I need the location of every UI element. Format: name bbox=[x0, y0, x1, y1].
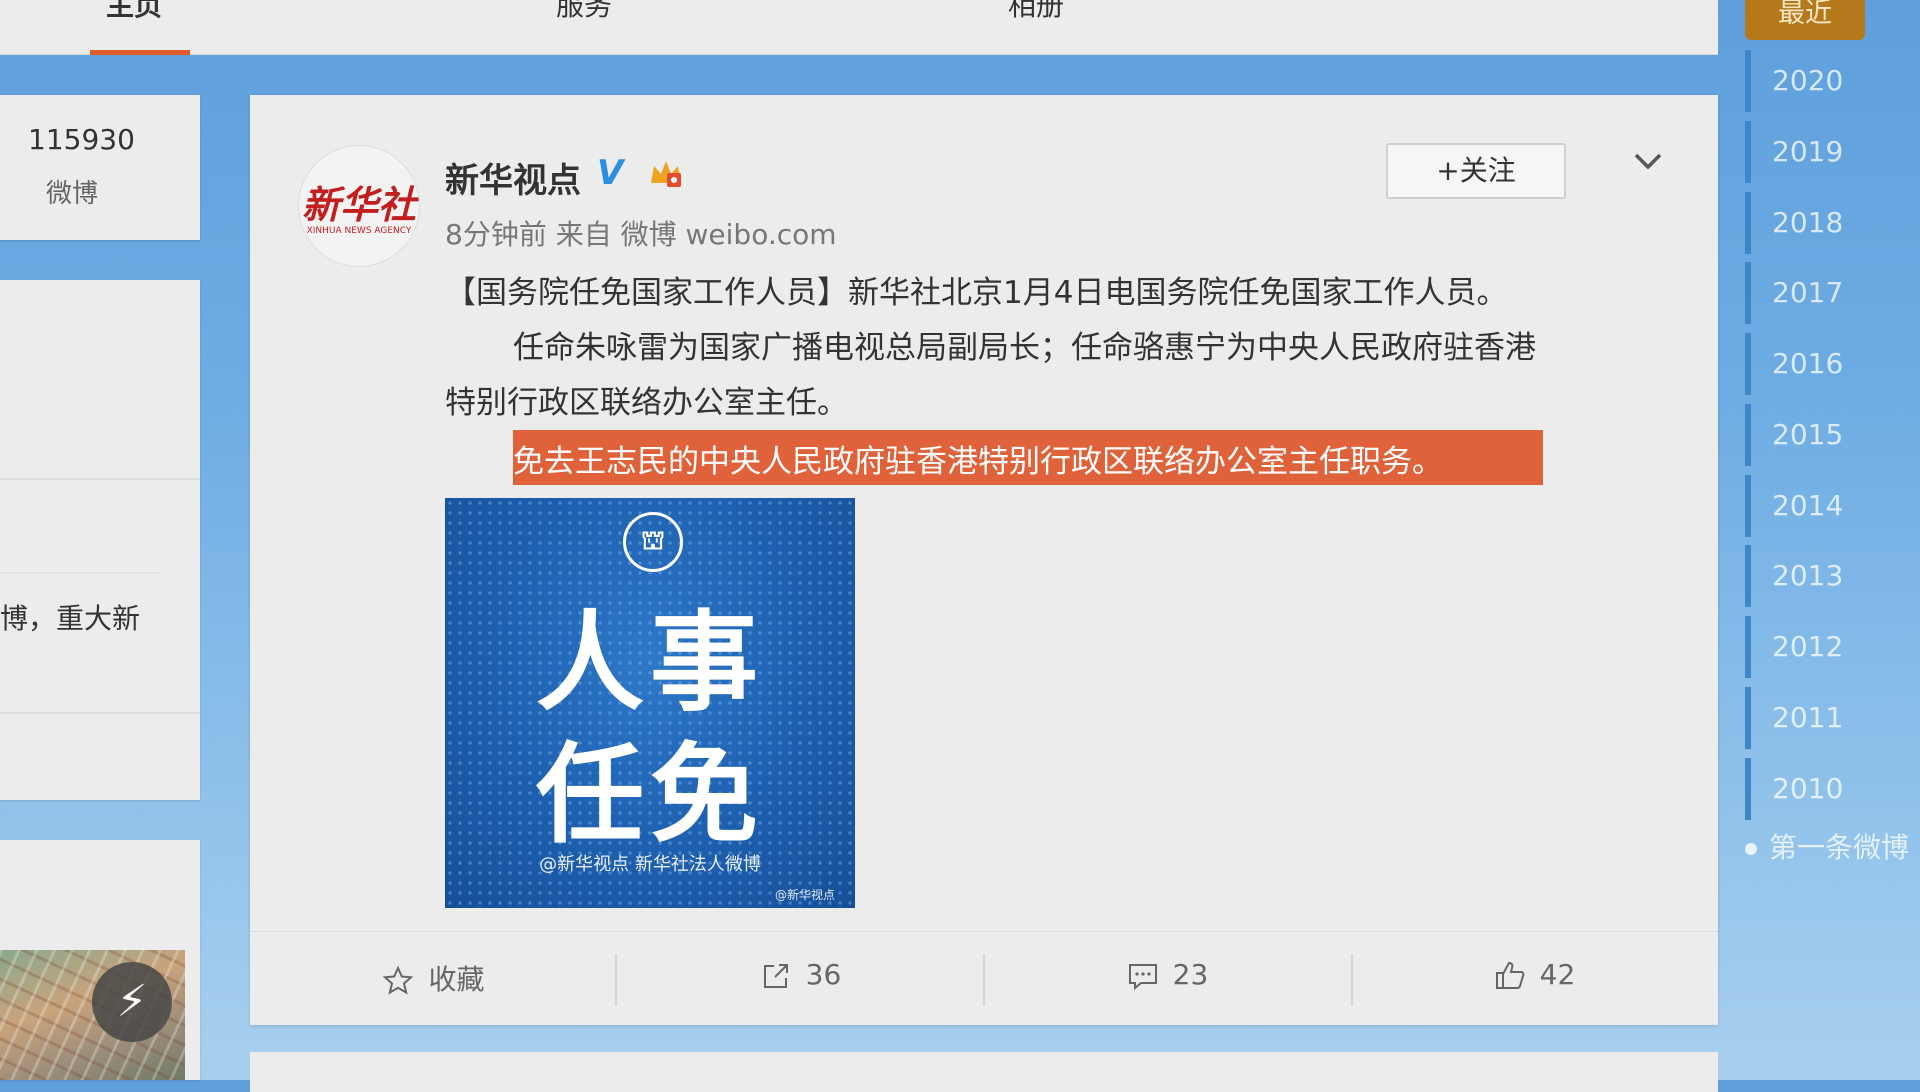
tab-home[interactable]: 主页 bbox=[106, 0, 162, 54]
timeline-year-label: 2019 bbox=[1772, 135, 1844, 168]
timeline-year[interactable]: 2019 bbox=[1745, 121, 1911, 183]
timeline-year[interactable]: 2020 bbox=[1745, 50, 1911, 112]
divider bbox=[0, 712, 200, 714]
comment-icon bbox=[1128, 964, 1157, 991]
timeline-year[interactable]: 2014 bbox=[1745, 475, 1911, 537]
share-icon bbox=[763, 964, 788, 988]
comment-button[interactable]: 23 bbox=[984, 932, 1351, 1026]
profile-stats-card: 115930 微博 bbox=[0, 95, 200, 240]
avatar-logo-subtext: XINHUA NEWS AGENCY bbox=[306, 226, 412, 236]
highlighted-selection: 免去王志民的中央人民政府驻香港特别行政区联络办公室主任职务。 bbox=[513, 430, 1543, 485]
post-actions: 收藏 36 23 42 bbox=[250, 931, 1718, 1026]
weibo-post: 新华社 XINHUA NEWS AGENCY 新华视点 V 8分钟前 来自 微博… bbox=[250, 95, 1718, 1025]
intro-snippet: 博，重大新 bbox=[0, 602, 141, 635]
post-paragraph-1: 【国务院任免国家工作人员】新华社北京1月4日电国务院任免国家工作人员。 bbox=[445, 275, 1508, 311]
profile-info-card bbox=[0, 280, 200, 800]
author-name[interactable]: 新华视点 bbox=[445, 153, 581, 202]
emblem-icon: ⛫ bbox=[623, 512, 683, 572]
repost-count: 36 bbox=[805, 958, 842, 991]
timeline-year[interactable]: 2011 bbox=[1745, 687, 1911, 749]
timeline-year[interactable]: 2012 bbox=[1745, 616, 1911, 678]
crown-badge-icon bbox=[651, 161, 681, 187]
follow-button[interactable]: +关注 bbox=[1386, 143, 1566, 199]
like-button[interactable]: 42 bbox=[1351, 932, 1718, 1026]
post-image[interactable]: ⛫ 人事 任免 @新华视点 新华社法人微博 @新华视点 bbox=[445, 498, 855, 908]
timeline-dot-icon bbox=[1745, 843, 1757, 855]
chevron-down-icon[interactable] bbox=[1630, 143, 1666, 179]
weibo-count[interactable]: 115930 bbox=[28, 123, 135, 156]
post-meta: 8分钟前 来自 微博 weibo.com bbox=[445, 218, 837, 251]
timeline-year-label: 2010 bbox=[1772, 772, 1844, 805]
post-paragraph-2-line-1: 任命朱咏雷为国家广播电视总局副局长；任命骆惠宁为中央人民政府驻香港 bbox=[513, 330, 1536, 366]
lightning-icon[interactable]: ⚡ bbox=[92, 962, 172, 1042]
like-count: 42 bbox=[1539, 958, 1576, 991]
verified-icon: V bbox=[597, 153, 624, 193]
thumbs-up-icon bbox=[1495, 961, 1525, 989]
timeline-year-label: 2020 bbox=[1772, 64, 1844, 97]
follow-label: +关注 bbox=[1436, 154, 1516, 187]
top-nav: 主页 服务 相册 bbox=[0, 0, 1718, 55]
avatar[interactable]: 新华社 XINHUA NEWS AGENCY bbox=[298, 145, 420, 267]
first-post-label: 第一条微博 bbox=[1769, 831, 1910, 864]
highlighted-text: 免去王志民的中央人民政府驻香港特别行政区联络办公室主任职务。 bbox=[513, 444, 1443, 480]
timeline-year-label: 2017 bbox=[1772, 276, 1844, 309]
year-timeline: 最近 2020 2019 2018 2017 2016 2015 2014 20… bbox=[1745, 0, 1920, 1080]
timeline-year-label: 2013 bbox=[1772, 559, 1844, 592]
tab-services[interactable]: 服务 bbox=[556, 0, 612, 54]
timeline-year[interactable]: 2017 bbox=[1745, 262, 1911, 324]
tab-album[interactable]: 相册 bbox=[1008, 0, 1064, 54]
divider bbox=[0, 478, 200, 480]
timeline-year-label: 2011 bbox=[1772, 701, 1844, 734]
image-title-line-2: 任免 bbox=[535, 733, 764, 858]
favorite-button[interactable]: 收藏 bbox=[250, 932, 617, 1026]
timeline-first-post[interactable]: 第一条微博 bbox=[1745, 826, 1909, 866]
star-icon bbox=[383, 965, 414, 995]
weibo-count-label[interactable]: 微博 bbox=[46, 173, 98, 210]
timeline-year[interactable]: 2018 bbox=[1745, 192, 1911, 254]
next-post-card bbox=[250, 1052, 1718, 1092]
image-credit: @新华视点 新华社法人微博 bbox=[539, 854, 761, 875]
timeline-year[interactable]: 2016 bbox=[1745, 333, 1911, 395]
timeline-year[interactable]: 2015 bbox=[1745, 404, 1911, 466]
timeline-year-label: 2018 bbox=[1772, 206, 1844, 239]
timeline-year[interactable]: 2013 bbox=[1745, 545, 1911, 607]
avatar-logo: 新华社 bbox=[301, 182, 416, 227]
divider bbox=[0, 572, 160, 574]
post-paragraph-2-line-2: 特别行政区联络办公室主任。 bbox=[445, 385, 848, 421]
repost-button[interactable]: 36 bbox=[617, 932, 984, 1026]
timeline-year[interactable]: 2010 bbox=[1745, 758, 1911, 820]
timeline-year-label: 2012 bbox=[1772, 630, 1844, 663]
timeline-year-label: 2016 bbox=[1772, 347, 1844, 380]
comment-count: 23 bbox=[1172, 958, 1209, 991]
timeline-year-label: 2014 bbox=[1772, 489, 1844, 522]
active-tab-indicator bbox=[90, 50, 190, 55]
image-watermark: @新华视点 bbox=[775, 888, 836, 902]
timeline-year-label: 2015 bbox=[1772, 418, 1844, 451]
timeline-recent[interactable]: 最近 bbox=[1745, 0, 1865, 40]
favorite-label: 收藏 bbox=[428, 963, 485, 996]
